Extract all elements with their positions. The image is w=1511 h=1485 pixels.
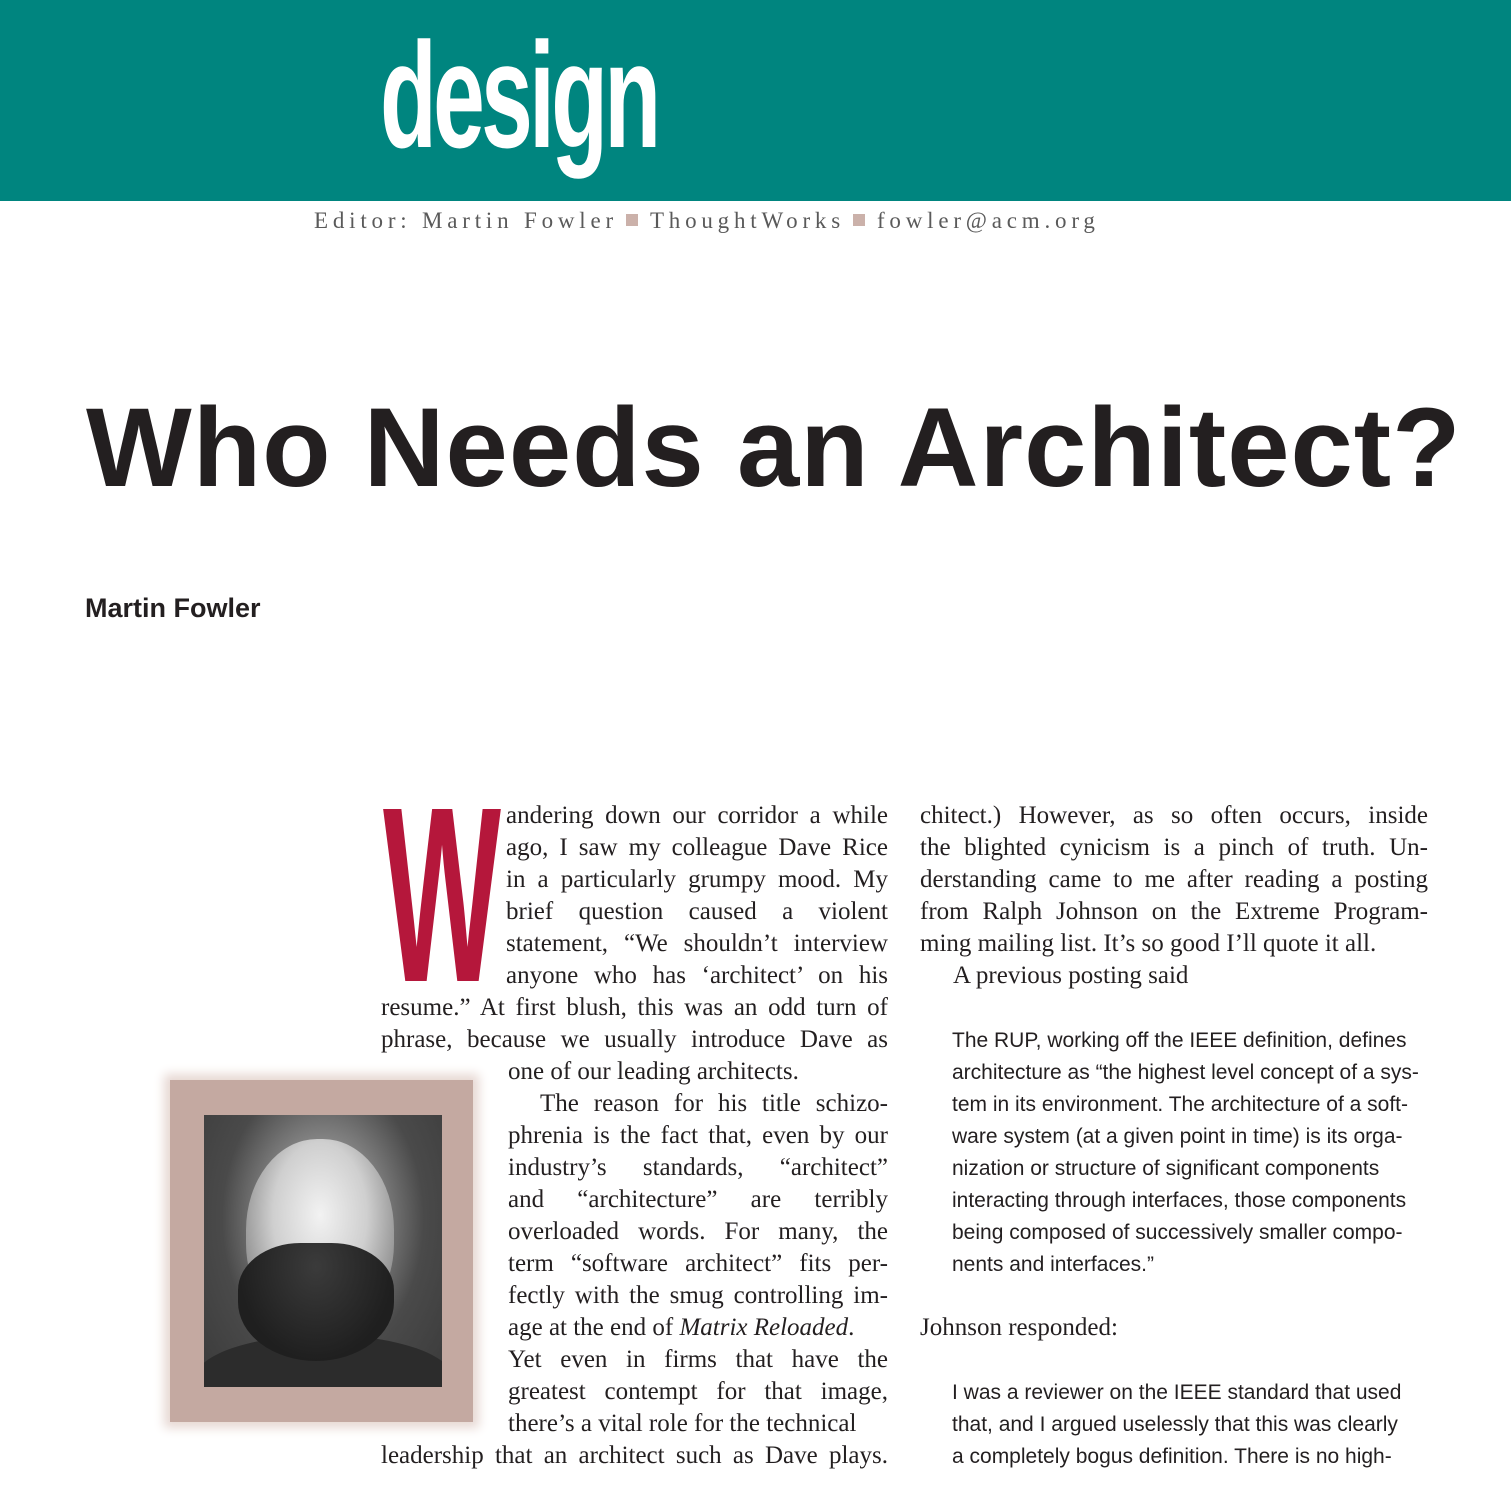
body-line: ago, I saw my colleague Dave Rice [506,834,888,861]
quote-line: ware system (at a given point in time) i… [952,1125,1403,1148]
editor-label: Editor: Martin Fowler [314,208,618,233]
quote-line: nents and interfaces.” [952,1253,1154,1276]
quote-line: architecture as “the highest level conce… [952,1061,1419,1084]
quote-line: tem in its environment. The architecture… [952,1093,1408,1116]
body-line: phrase, because we usually introduce Dav… [381,1026,888,1053]
body-line: ming mailing list. It’s so good I’ll quo… [920,930,1377,957]
author-photo [204,1115,442,1387]
body-line: brief question caused a violent [506,898,888,925]
body-line: A previous posting said [953,962,1189,989]
body-line: Yet even in firms that have the [508,1346,888,1373]
quote-line: interacting through interfaces, those co… [952,1189,1407,1212]
section-title: design [380,11,661,179]
body-line: resume.” At first blush, this was an odd… [381,994,888,1021]
quote-line: a completely bogus definition. There is … [952,1445,1392,1468]
body-line: age at the end of Matrix Reloaded. [508,1314,854,1342]
author-photo-frame [170,1080,473,1422]
editor-line: Editor: Martin Fowler ThoughtWorks fowler@… [314,208,1100,234]
body-line: industry’s standards, “architect” [508,1154,888,1181]
quote-line: The RUP, working off the IEEE definition… [952,1029,1407,1052]
body-line: from Ralph Johnson on the Extreme Progra… [920,898,1428,925]
quote-line: being composed of successively smaller c… [952,1221,1403,1244]
body-line: and “architecture” are terribly [508,1186,888,1213]
section-banner: design [0,0,1511,201]
separator-square-icon [852,214,865,226]
quote-line: nization or structure of significant com… [952,1157,1380,1180]
drop-cap: W [383,755,501,1034]
body-line: The reason for his title schizo- [540,1090,888,1117]
body-line: anyone who has ‘architect’ on his [506,962,888,989]
body-line: the blighted cynicism is a pinch of trut… [920,834,1428,861]
body-line: leadership that an architect such as Dav… [381,1442,888,1469]
body-line: derstanding came to me after reading a p… [920,866,1428,893]
quote-line: that, and I argued uselessly that this w… [952,1413,1398,1436]
editor-email: fowler@acm.org [876,208,1100,233]
article-title: Who Needs an Architect? [86,385,1462,510]
body-line: andering down our corridor a while [506,802,888,829]
separator-square-icon [625,214,638,226]
photo-beard [238,1243,394,1361]
body-line: greatest contempt for that image, [508,1378,888,1405]
editor-company: ThoughtWorks [649,208,845,233]
quote-line: I was a reviewer on the IEEE standard th… [952,1381,1402,1404]
body-line: statement, “We shouldn’t interview [506,930,888,957]
body-text: age at the end of [508,1314,680,1341]
article-author: Martin Fowler [85,593,261,623]
body-line: in a particularly grumpy mood. My [506,866,888,893]
body-line: phrenia is the fact that, even by our [508,1122,888,1149]
body-text: . [848,1314,855,1341]
body-line: overloaded words. For many, the [508,1218,888,1245]
body-line: fectly with the smug controlling im- [508,1282,888,1309]
body-line: one of our leading architects. [508,1058,799,1085]
body-line: there’s a vital role for the technical [508,1410,857,1437]
body-line: Johnson responded: [920,1314,1118,1341]
film-title: Matrix Reloaded [679,1314,849,1341]
body-line: term “software architect” fits per- [508,1250,888,1277]
body-line: chitect.) However, as so often occurs, i… [920,802,1428,829]
